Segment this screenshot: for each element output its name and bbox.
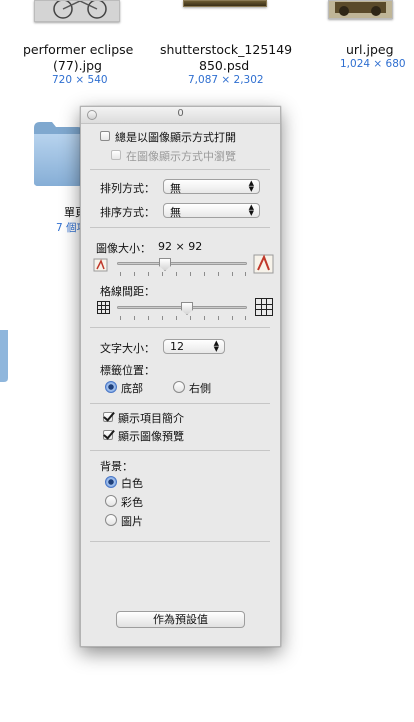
large-icon-size-icon — [253, 254, 274, 274]
show-info-checkbox[interactable] — [103, 412, 113, 422]
bg-picture-radio[interactable] — [105, 514, 117, 526]
file-thumbnail-performer[interactable] — [34, 0, 120, 22]
divider — [90, 327, 270, 328]
bg-color-radio[interactable] — [105, 495, 117, 507]
file-name-shutterstock-line2[interactable]: 850.psd — [199, 58, 249, 74]
sort-select[interactable]: 無 ▲ ▼ — [163, 203, 260, 219]
text-size-select[interactable]: 12 ▲ ▼ — [163, 339, 225, 354]
updown-arrows-icon: ▲ ▼ — [213, 339, 219, 353]
label-bottom-radio[interactable] — [105, 381, 117, 393]
text-size-label: 文字大小： — [100, 342, 155, 355]
divider — [90, 403, 270, 404]
divider — [90, 450, 270, 451]
browse-checkbox[interactable] — [111, 150, 121, 160]
icon-size-slider-track[interactable] — [117, 262, 247, 265]
divider — [90, 541, 270, 542]
bg-white-label: 白色 — [121, 477, 143, 490]
window-title: 0 — [177, 108, 184, 119]
bicycle-image — [35, 0, 119, 21]
updown-arrows-icon: ▲ ▼ — [248, 179, 254, 193]
file-name-performer-line2[interactable]: (77).jpg — [53, 58, 102, 74]
file-meta-performer: 720 × 540 — [52, 74, 108, 86]
label-right-radio[interactable] — [173, 381, 185, 393]
large-grid-icon — [255, 298, 273, 316]
file-name-performer-line1[interactable]: performer eclipse — [23, 42, 133, 58]
small-grid-icon — [97, 301, 110, 314]
browse-label: 在圖像顯示方式中瀏覽 — [126, 150, 236, 163]
file-meta-shutterstock: 7,087 × 2,302 — [188, 74, 264, 86]
arrange-label: 排列方式： — [100, 182, 155, 195]
icon-size-value: 92 × 92 — [158, 240, 203, 253]
label-right-text: 右側 — [189, 382, 211, 395]
icon-size-slider-knob[interactable] — [159, 258, 171, 271]
divider — [90, 169, 270, 170]
bg-picture-label: 圖片 — [121, 515, 143, 528]
vintage-car-image — [329, 1, 392, 18]
icon-size-label: 圖像大小： — [96, 242, 151, 255]
label-position-label: 標籤位置： — [100, 364, 155, 377]
small-icon-size-icon — [93, 258, 108, 272]
icon-size-ticks — [120, 272, 246, 277]
bg-color-label: 彩色 — [121, 496, 143, 509]
updown-arrows-icon: ▲ ▼ — [248, 203, 254, 217]
folder-icon-partial[interactable] — [0, 318, 10, 392]
show-preview-label: 顯示圖像預覽 — [118, 430, 184, 443]
file-thumbnail-shutterstock[interactable] — [183, 0, 267, 7]
show-preview-checkbox[interactable] — [103, 430, 113, 440]
sort-label: 排序方式： — [100, 206, 155, 219]
show-info-label: 顯示項目簡介 — [118, 412, 184, 425]
file-name-url[interactable]: url.jpeg — [346, 42, 394, 58]
arrange-select-value: 無 — [170, 182, 181, 195]
label-bottom-text: 底部 — [121, 382, 143, 395]
bg-white-radio[interactable] — [105, 476, 117, 488]
always-open-checkbox[interactable] — [100, 131, 110, 141]
use-as-defaults-button[interactable]: 作為預設值 — [116, 611, 245, 628]
arrange-select[interactable]: 無 ▲ ▼ — [163, 179, 260, 195]
text-size-value: 12 — [170, 340, 184, 353]
grid-spacing-label: 格線間距： — [100, 285, 155, 298]
file-thumbnail-url[interactable] — [328, 0, 393, 19]
view-options-panel: 0 總是以圖像顯示方式打開 在圖像顯示方式中瀏覽 排列方式： 無 ▲ ▼ 排序方式… — [80, 106, 281, 647]
grid-spacing-ticks — [120, 316, 246, 321]
folder-icon[interactable] — [32, 118, 84, 192]
file-name-shutterstock-line1[interactable]: shutterstock_125149 — [160, 42, 292, 58]
background-label: 背景： — [100, 460, 133, 473]
grid-spacing-slider-knob[interactable] — [181, 302, 193, 315]
divider — [90, 227, 270, 228]
file-meta-url: 1,024 × 680 — [340, 58, 406, 70]
always-open-label: 總是以圖像顯示方式打開 — [115, 131, 236, 144]
sort-select-value: 無 — [170, 206, 181, 219]
panel-titlebar: 0 — [81, 107, 280, 124]
